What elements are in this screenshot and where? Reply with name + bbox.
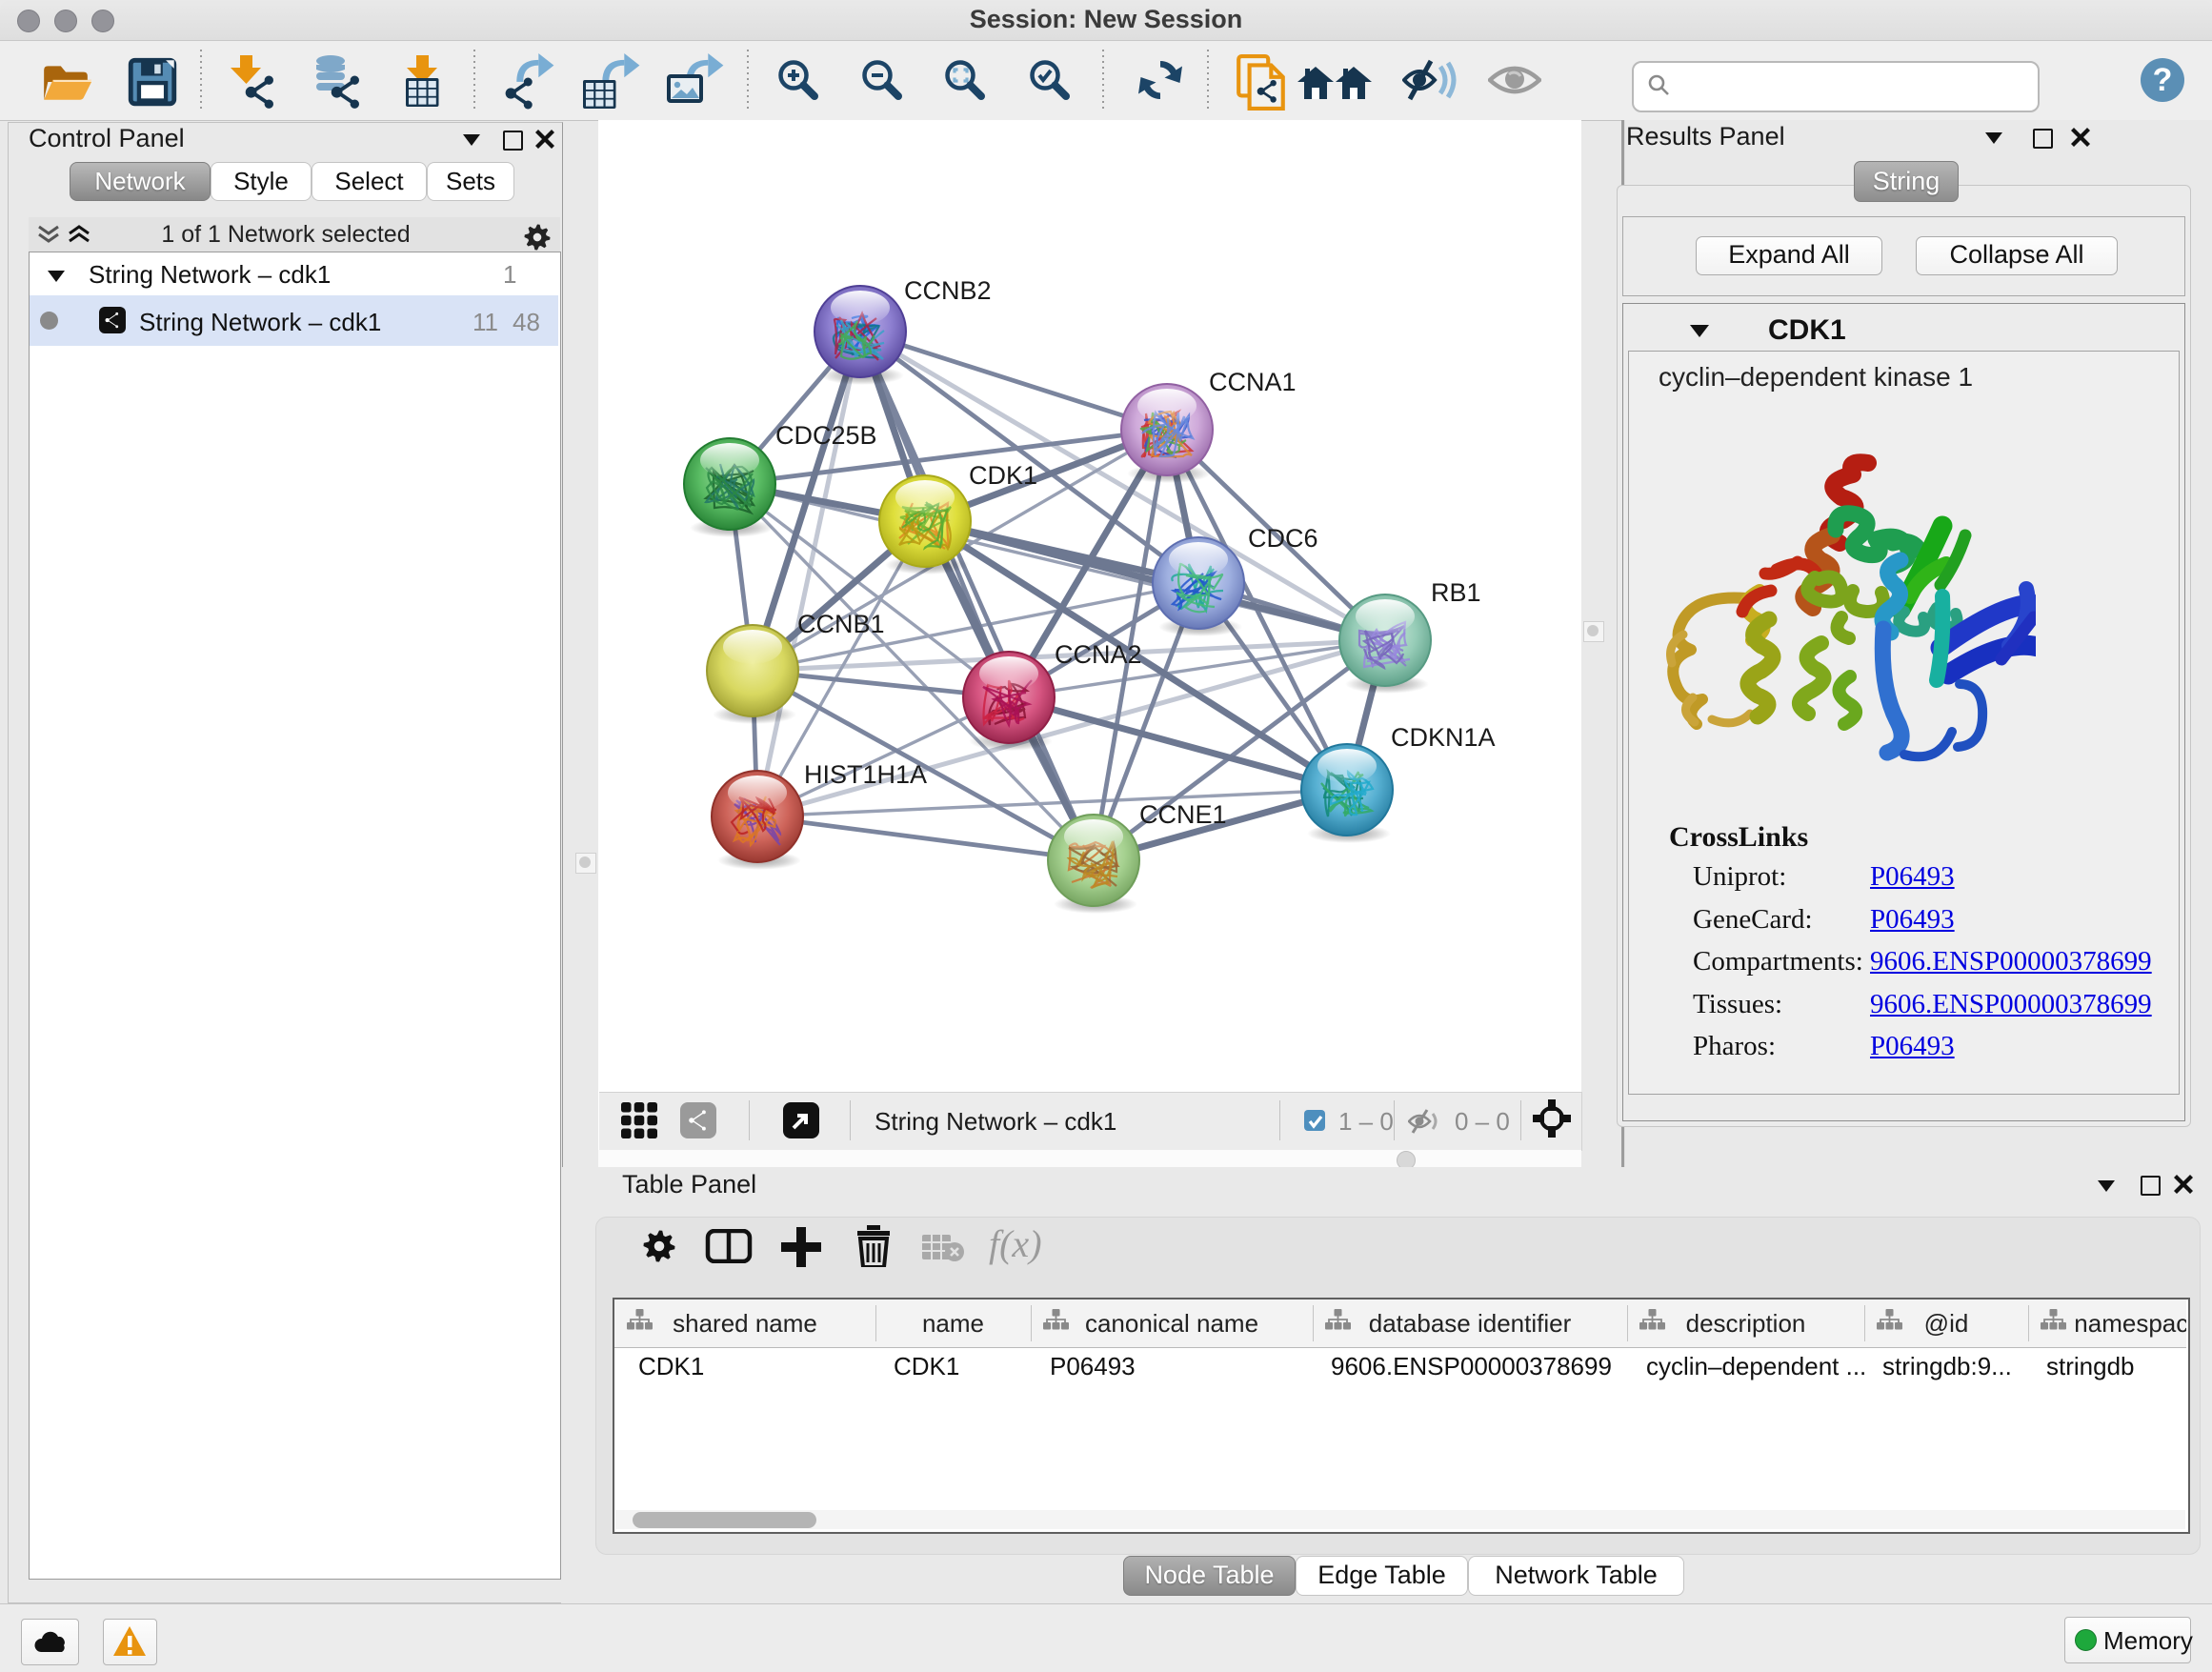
svg-text:RB1: RB1 — [1431, 578, 1481, 607]
svg-text:HIST1H1A: HIST1H1A — [804, 760, 927, 789]
svg-text:CCNA2: CCNA2 — [1055, 640, 1142, 669]
svg-text:CDC25B: CDC25B — [775, 421, 877, 450]
svg-text:CCNB2: CCNB2 — [904, 276, 992, 305]
svg-text:CDK1: CDK1 — [969, 461, 1037, 490]
svg-text:CDKN1A: CDKN1A — [1391, 723, 1496, 752]
svg-text:CCNB1: CCNB1 — [797, 610, 885, 638]
svg-text:CCNA1: CCNA1 — [1209, 368, 1297, 396]
svg-text:CCNE1: CCNE1 — [1139, 800, 1227, 829]
svg-text:CDC6: CDC6 — [1248, 524, 1318, 553]
